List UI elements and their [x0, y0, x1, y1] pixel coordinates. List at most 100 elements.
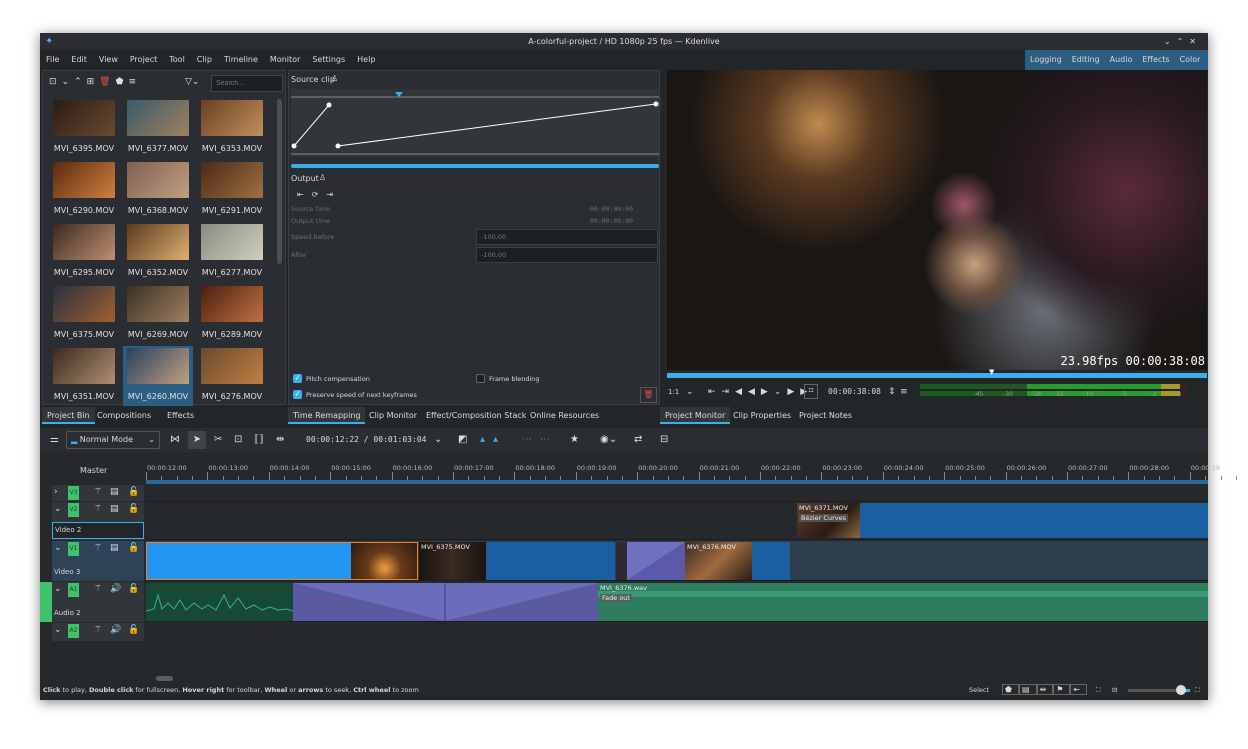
delete-icon[interactable]: 🗑 [99, 77, 115, 87]
audio-target-indicator[interactable] [40, 582, 52, 622]
tab-project-bin[interactable]: Project Bin [42, 407, 95, 424]
menu-tool[interactable]: Tool [163, 50, 191, 70]
menu-timeline[interactable]: Timeline [218, 50, 264, 70]
track-v2[interactable]: MVI_6371.MOV Bézier Curves [146, 502, 1208, 540]
add-clip-icon[interactable]: ⊡⌄⌃ [49, 77, 87, 87]
frame-blending-checkbox[interactable] [476, 374, 485, 383]
output-time-value[interactable]: 00:00:00:00 [590, 217, 633, 225]
crop-icon[interactable]: ⌗ [804, 384, 818, 399]
bin-clip[interactable]: MVI_6377.MOV [123, 98, 193, 158]
bin-clip[interactable]: MVI_6291.MOV [197, 160, 267, 220]
chevron-down-icon[interactable]: ⌄ [434, 428, 442, 452]
record-icon[interactable]: ◉⌄ [600, 428, 617, 452]
window-controls[interactable]: ⌄⌃✕ [1164, 33, 1202, 50]
zoom-out-icon[interactable]: ⊟ [1112, 681, 1117, 699]
new-folder-icon[interactable]: ⊞ [87, 77, 100, 87]
track-tag-v2[interactable]: V2 [68, 503, 79, 517]
pin-icon[interactable]: ♙ [319, 173, 326, 182]
tag-icon[interactable]: ⬟ [1002, 684, 1019, 695]
flag-icon[interactable]: ⚑ [1053, 684, 1071, 695]
timeline-position[interactable]: 00:00:12:22 / 00:01:03:04 [306, 428, 426, 452]
bin-search-input[interactable] [211, 75, 283, 92]
tab-online-resources[interactable]: Online Resources [525, 407, 604, 424]
bin-clip[interactable]: MVI_6290.MOV [49, 160, 119, 220]
clip-selected[interactable] [146, 542, 418, 580]
bin-clip[interactable]: MVI_6368.MOV [123, 160, 193, 220]
source-time-value[interactable]: 00:00:00:00 [590, 205, 633, 213]
bin-clip[interactable]: MVI_6277.MOV [197, 222, 267, 282]
pin-icon[interactable]: ♙ [331, 74, 338, 83]
tab-project-monitor[interactable]: Project Monitor [660, 407, 731, 424]
expand-icon[interactable]: › [54, 487, 58, 497]
snap-icon[interactable]: ⋈ [170, 428, 180, 452]
audio-clip[interactable] [146, 583, 293, 621]
workspace-editing[interactable]: Editing [1067, 50, 1105, 70]
bin-clip[interactable]: MVI_6352.MOV [123, 222, 193, 282]
bin-clip[interactable]: MVI_6276.MOV [197, 346, 267, 406]
composite-icon[interactable]: ◩ [458, 428, 467, 452]
delete-keyframe-button[interactable]: 🗑 [640, 387, 657, 403]
bin-clip[interactable]: MVI_6375.MOV [49, 284, 119, 344]
menu-edit[interactable]: Edit [65, 50, 93, 70]
audio-clip-mvi-6376[interactable]: MVI_6376.wav Fade out [598, 583, 1208, 621]
project-monitor-video[interactable]: 23.98fps 00:00:38:08 [667, 70, 1207, 370]
bin-clip[interactable]: MVI_6351.MOV [49, 346, 119, 406]
track-tag-a2[interactable]: A2 [68, 624, 79, 638]
effects-wand-icon[interactable]: ⚚ [94, 504, 102, 514]
fit-zoom-icon[interactable]: ⛶ [1096, 681, 1101, 699]
mixer-icon[interactable]: ⇄ [634, 428, 642, 452]
clip-mvi-6371[interactable]: MVI_6371.MOV Bézier Curves [797, 503, 1208, 538]
lift-extract-icons[interactable]: ⋯⋯ [522, 428, 558, 452]
workspace-logging[interactable]: Logging [1025, 50, 1067, 70]
status-toolbar-buttons[interactable]: ⬟ ▤ ⇹ ⚑ ⇤ [1002, 683, 1088, 696]
track-tag-a1[interactable]: A1 [68, 583, 79, 597]
film-icon[interactable]: ▤ [110, 487, 119, 497]
collapse-icon[interactable]: ⌄ [54, 584, 62, 594]
tab-clip-monitor[interactable]: Clip Monitor [364, 407, 422, 424]
tab-clip-properties[interactable]: Clip Properties [728, 407, 796, 424]
bin-clip[interactable]: MVI_6395.MOV [49, 98, 119, 158]
filter-icon[interactable]: ▽⌄ [185, 77, 199, 87]
track-a2[interactable] [146, 623, 1208, 641]
audio-mix[interactable] [293, 583, 598, 621]
effects-wand-icon[interactable]: ⚚ [94, 543, 102, 553]
after-input[interactable]: -100,00 [476, 247, 658, 263]
clip-short[interactable] [616, 542, 627, 580]
preserve-speed-checkbox[interactable]: ✓ [293, 390, 302, 399]
ripple-tool-icon[interactable]: ⟦⟧ [254, 428, 264, 452]
track-v3[interactable] [146, 485, 1208, 502]
timecode-spin-icon[interactable]: ⇕ [888, 380, 896, 404]
menu-clip[interactable]: Clip [191, 50, 218, 70]
effects-wand-icon[interactable]: ⚚ [94, 487, 102, 497]
mix-icon[interactable]: ⇹ [1036, 684, 1054, 695]
bin-scrollbar[interactable] [277, 99, 282, 264]
tab-effects[interactable]: Effects [162, 407, 199, 424]
film-icon[interactable]: ▤ [110, 543, 119, 553]
track-v1[interactable]: MVI_6375.MOV MVI_6376.MOV [146, 541, 1208, 581]
track-name-v1[interactable]: Video 3 [54, 568, 80, 576]
split-icon[interactable]: ⇤ [1070, 684, 1088, 695]
menu-help[interactable]: Help [351, 50, 381, 70]
zoom-slider-handle[interactable] [1175, 685, 1186, 695]
transport-buttons[interactable]: ⇤⇥◀◀▶⌄▶▶ [708, 380, 813, 404]
workspace-color[interactable]: Color [1175, 50, 1206, 70]
collapse-icon[interactable]: ⌄ [54, 543, 62, 553]
bin-toolbar[interactable]: ⊡⌄⌃⊞🗑⬟≡ [49, 77, 141, 87]
favorite-star-icon[interactable]: ★ [570, 428, 579, 452]
remap-keyframe-editor[interactable] [291, 89, 659, 157]
menu-view[interactable]: View [93, 50, 124, 70]
clip-mvi-6375[interactable]: MVI_6375.MOV [419, 542, 615, 580]
workspace-effects[interactable]: Effects [1137, 50, 1174, 70]
pitch-compensation-checkbox[interactable]: ✓ [293, 374, 302, 383]
insert-overwrite-icons[interactable]: ▴▴ [480, 428, 506, 452]
lock-icon[interactable]: 🔓 [128, 625, 139, 635]
effects-wand-icon[interactable]: ⚚ [94, 584, 102, 594]
edit-mode-select[interactable]: ▂ Normal Mode ⌄ [66, 431, 160, 449]
spacer-tool-icon[interactable]: ⊡ [234, 428, 242, 452]
monitor-menu-icon[interactable]: ≡ [900, 380, 908, 404]
menu-settings[interactable]: Settings [306, 50, 351, 70]
bin-clip[interactable]: MVI_6353.MOV [197, 98, 267, 158]
tab-project-notes[interactable]: Project Notes [794, 407, 857, 424]
film-icon[interactable]: ▤ [1018, 684, 1037, 695]
lock-icon[interactable]: 🔓 [128, 504, 139, 514]
